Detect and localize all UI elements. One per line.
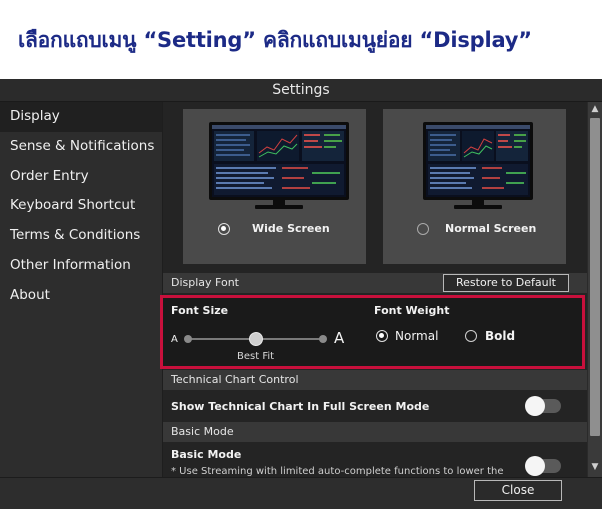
normal-screen-radio[interactable]	[417, 222, 429, 235]
technical-chart-header: Technical Chart Control	[163, 370, 587, 390]
font-size-max-label: A	[334, 329, 345, 347]
normal-screen-label: Normal Screen	[445, 222, 537, 235]
sidebar-item-keyboard-shortcut[interactable]: Keyboard Shortcut	[0, 191, 162, 221]
toggle-knob	[525, 456, 545, 476]
font-weight-bold-radio[interactable]	[465, 330, 477, 342]
monitor-wide-icon	[209, 122, 349, 210]
font-size-step[interactable]	[184, 335, 192, 343]
sidebar-item-terms-conditions[interactable]: Terms & Conditions	[0, 221, 162, 251]
vertical-scrollbar[interactable]: ▲ ▼	[588, 102, 602, 477]
normal-screen-option[interactable]: Normal Screen	[383, 109, 566, 264]
font-settings-highlight: Font Size A A Best Fit Font Weight Norma…	[160, 295, 585, 369]
close-button[interactable]: Close	[474, 480, 562, 501]
font-size-label: Font Size	[171, 304, 229, 317]
monitor-normal-icon	[423, 122, 533, 210]
wide-screen-radio[interactable]	[218, 222, 230, 235]
wide-screen-option[interactable]: Wide Screen	[183, 109, 366, 264]
restore-default-button[interactable]: Restore to Default	[443, 274, 569, 292]
full-screen-chart-label: Show Technical Chart In Full Screen Mode	[171, 400, 430, 413]
scroll-up-icon[interactable]: ▲	[588, 102, 602, 116]
basic-mode-toggle[interactable]	[525, 456, 561, 476]
full-screen-chart-toggle[interactable]	[525, 396, 561, 416]
sidebar-item-other-information[interactable]: Other Information	[0, 251, 162, 281]
sidebar-item-about[interactable]: About	[0, 281, 162, 311]
sidebar-item-order-entry[interactable]: Order Entry	[0, 162, 162, 192]
font-size-value-label: Best Fit	[237, 351, 275, 362]
font-weight-normal-radio[interactable]	[376, 330, 388, 342]
font-weight-bold-label: Bold	[485, 329, 516, 343]
scroll-down-icon[interactable]: ▼	[588, 460, 602, 474]
basic-mode-header: Basic Mode	[163, 422, 587, 442]
sidebar-item-display[interactable]: Display	[0, 102, 162, 132]
display-font-title: Display Font	[171, 276, 239, 289]
settings-sidebar: Display Sense & Notifications Order Entr…	[0, 102, 163, 477]
dialog-footer: Close	[0, 477, 602, 509]
toggle-knob	[525, 396, 545, 416]
basic-mode-title: Basic Mode	[171, 425, 234, 438]
window-title: Settings	[0, 79, 602, 102]
instruction-heading: เลือกแถบเมนู “Setting” คลิกแถบเมนูย่อย “…	[18, 28, 532, 52]
scroll-thumb[interactable]	[590, 118, 600, 436]
font-size-min-label: A	[171, 334, 178, 345]
font-weight-label: Font Weight	[374, 304, 450, 317]
settings-window: Settings Display Sense & Notifications O…	[0, 79, 602, 509]
font-size-step[interactable]	[319, 335, 327, 343]
settings-content: Wide Screen Normal Screen Display Font R…	[163, 102, 587, 477]
font-size-slider-thumb[interactable]	[249, 332, 263, 346]
basic-mode-description: * Use Streaming with limited auto-comple…	[171, 466, 504, 477]
sidebar-item-sense-notifications[interactable]: Sense & Notifications	[0, 132, 162, 162]
basic-mode-label: Basic Mode	[171, 448, 242, 461]
wide-screen-label: Wide Screen	[252, 222, 330, 235]
font-weight-normal-label: Normal	[395, 329, 439, 343]
technical-chart-title: Technical Chart Control	[171, 373, 299, 386]
